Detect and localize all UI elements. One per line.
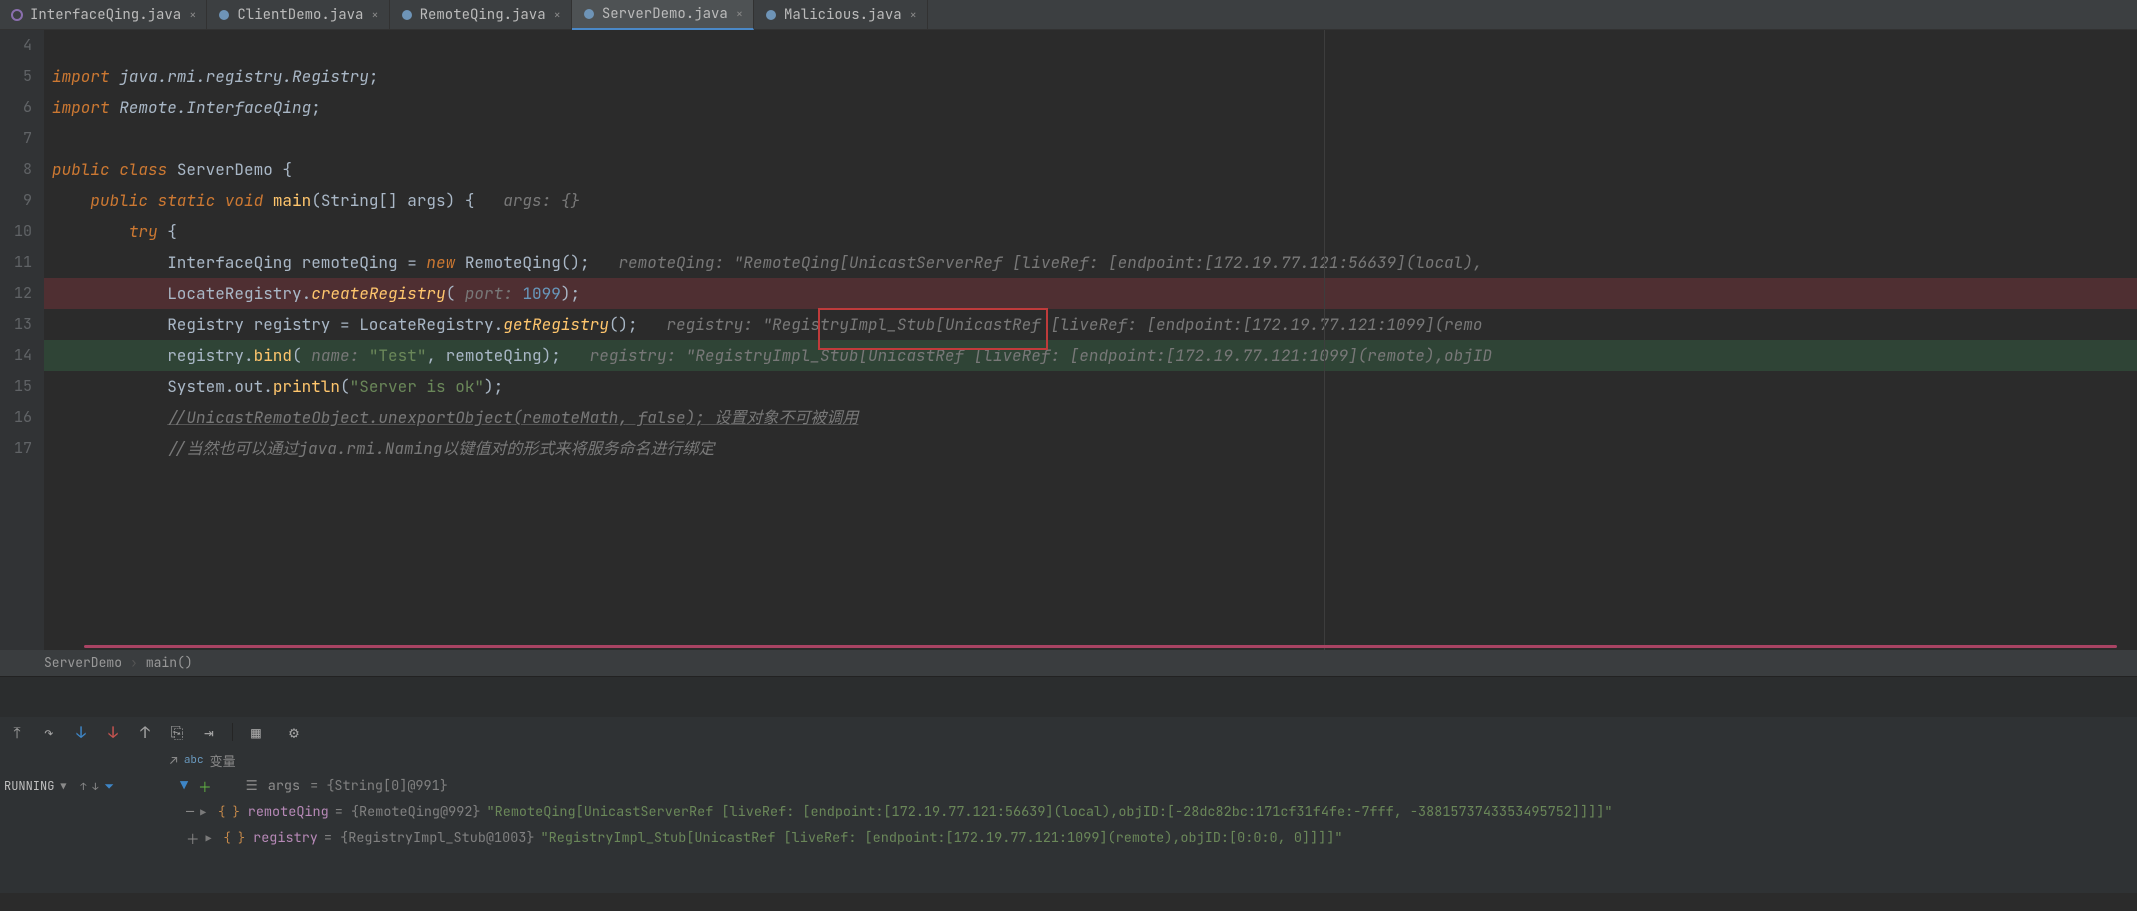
next-frame-icon[interactable]: ↓: [92, 780, 98, 793]
code-line: System.out.println("Server is ok");: [44, 371, 2137, 402]
frames-panel[interactable]: RUNNING ▼ ↑ ↓ ⏷: [0, 773, 170, 893]
class-icon: [400, 8, 414, 22]
close-icon[interactable]: ×: [736, 6, 743, 22]
abc-icon: abc: [184, 753, 204, 767]
settings-small-icon[interactable]: ☰: [246, 777, 258, 795]
right-margin: [1324, 30, 1325, 650]
variable-name: registry: [253, 829, 318, 847]
variables-label: 变量: [210, 751, 236, 770]
chevron-right-icon: ›: [126, 654, 142, 671]
step-over-icon[interactable]: ↷: [40, 723, 58, 741]
breadcrumb-item: main(): [142, 654, 197, 671]
thread-status[interactable]: RUNNING ▼ ↑ ↓ ⏷: [4, 773, 170, 799]
step-out-icon[interactable]: ↑: [136, 723, 154, 741]
drop-frame-icon[interactable]: ⎘: [168, 723, 186, 741]
add-small-icon[interactable]: ＋: [186, 828, 200, 849]
code-line: import java.rmi.registry.Registry;: [44, 61, 2137, 92]
code-line: [44, 30, 2137, 61]
tab-label: ClientDemo.java: [237, 6, 363, 24]
expand-icon[interactable]: ↗: [170, 752, 178, 769]
tab-malicious[interactable]: Malicious.java ×: [754, 0, 928, 30]
variable-value: "RemoteQing[UnicastServerRef [liveRef: […: [487, 803, 1613, 821]
tab-label: ServerDemo.java: [602, 5, 728, 23]
filter-icon[interactable]: ▼: [180, 777, 188, 795]
editor-tabs: InterfaceQing.java × ClientDemo.java × R…: [0, 0, 2137, 30]
class-icon: [764, 8, 778, 22]
chevron-down-icon[interactable]: ▼: [60, 780, 66, 793]
code-line: InterfaceQing remoteQing = new RemoteQin…: [44, 247, 2137, 278]
variable-row[interactable]: — ▶ { } remoteQing = {RemoteQing@992} "R…: [176, 799, 2137, 825]
variable-type: = {RegistryImpl_Stub@1003}: [324, 829, 535, 847]
debug-toolbar: ⤒ ↷ ↓ ↓ ↑ ⎘ ⇥ ▦ ⚙: [0, 717, 2137, 747]
code-line: registry.bind( name: "Test", remoteQing)…: [44, 340, 2137, 371]
code-area[interactable]: import java.rmi.registry.Registry; impor…: [44, 30, 2137, 650]
variable-name: remoteQing: [248, 803, 329, 821]
breadcrumb-item: ServerDemo: [40, 654, 126, 671]
breadcrumb[interactable]: ServerDemo›main(): [0, 650, 2137, 676]
code-line: //UnicastRemoteObject.unexportObject(rem…: [44, 402, 2137, 433]
expand-icon[interactable]: ▶: [200, 806, 210, 819]
tab-serverdemo[interactable]: ServerDemo.java ×: [572, 0, 754, 30]
horizontal-scrollbar[interactable]: [84, 645, 2117, 648]
close-icon[interactable]: ×: [371, 7, 378, 23]
interface-icon: [10, 8, 24, 22]
run-to-cursor-icon[interactable]: ⇥: [200, 723, 218, 741]
object-icon: { }: [218, 804, 240, 820]
expand-icon[interactable]: ▶: [206, 832, 216, 845]
variable-type: = {RemoteQing@992}: [335, 803, 481, 821]
variable-value: = {String[0]@991}: [310, 777, 448, 795]
tab-label: InterfaceQing.java: [30, 6, 181, 24]
filter-icon[interactable]: ⏷: [104, 778, 114, 794]
code-line: //当然也可以通过java.rmi.Naming以键值对的形式来将服务命名进行绑…: [44, 433, 2137, 464]
tab-clientdemo[interactable]: ClientDemo.java ×: [207, 0, 389, 30]
prev-frame-icon[interactable]: ↑: [80, 780, 86, 793]
tab-interfaceqing[interactable]: InterfaceQing.java ×: [0, 0, 207, 30]
step-into-icon[interactable]: ↓: [72, 723, 90, 741]
code-line: import Remote.InterfaceQing;: [44, 92, 2137, 123]
show-execution-icon[interactable]: ⤒: [8, 723, 26, 741]
tab-label: Malicious.java: [784, 6, 902, 24]
object-icon: { }: [224, 830, 246, 846]
class-icon: [217, 8, 231, 22]
add-watch-icon[interactable]: ＋: [198, 776, 212, 797]
variables-header: ↗ abc 变量: [0, 747, 2137, 773]
settings-icon[interactable]: ⚙: [285, 723, 303, 741]
close-icon[interactable]: ×: [554, 7, 561, 23]
code-line: public class ServerDemo {: [44, 154, 2137, 185]
evaluate-icon[interactable]: ▦: [247, 723, 265, 741]
line-gutter: 456 789 101112 131415 1617: [0, 30, 44, 650]
code-line: try {: [44, 216, 2137, 247]
class-icon: [582, 7, 596, 21]
tab-remoteqing[interactable]: RemoteQing.java ×: [390, 0, 572, 30]
tab-label: RemoteQing.java: [420, 6, 546, 24]
variable-name: args: [268, 777, 300, 795]
code-line: [44, 123, 2137, 154]
variable-value: "RegistryImpl_Stub[UnicastRef [liveRef: …: [541, 829, 1343, 847]
code-editor[interactable]: 456 789 101112 131415 1617 import java.r…: [0, 30, 2137, 650]
debug-panel: ⤒ ↷ ↓ ↓ ↑ ⎘ ⇥ ▦ ⚙ ↗ abc 变量 RUNNING ▼ ↑ ↓…: [0, 676, 2137, 893]
remove-icon[interactable]: —: [186, 803, 194, 821]
code-line: public static void main(String[] args) {…: [44, 185, 2137, 216]
code-line: LocateRegistry.createRegistry( port: 109…: [44, 278, 2137, 309]
force-step-icon[interactable]: ↓: [104, 723, 122, 741]
variable-row[interactable]: ＋ ▶ { } registry = {RegistryImpl_Stub@10…: [176, 825, 2137, 851]
close-icon[interactable]: ×: [910, 7, 917, 23]
close-icon[interactable]: ×: [189, 7, 196, 23]
code-line: Registry registry = LocateRegistry.getRe…: [44, 309, 2137, 340]
variables-tree[interactable]: ▼ ＋ ☰ args = {String[0]@991} — ▶ { } rem…: [170, 773, 2137, 893]
